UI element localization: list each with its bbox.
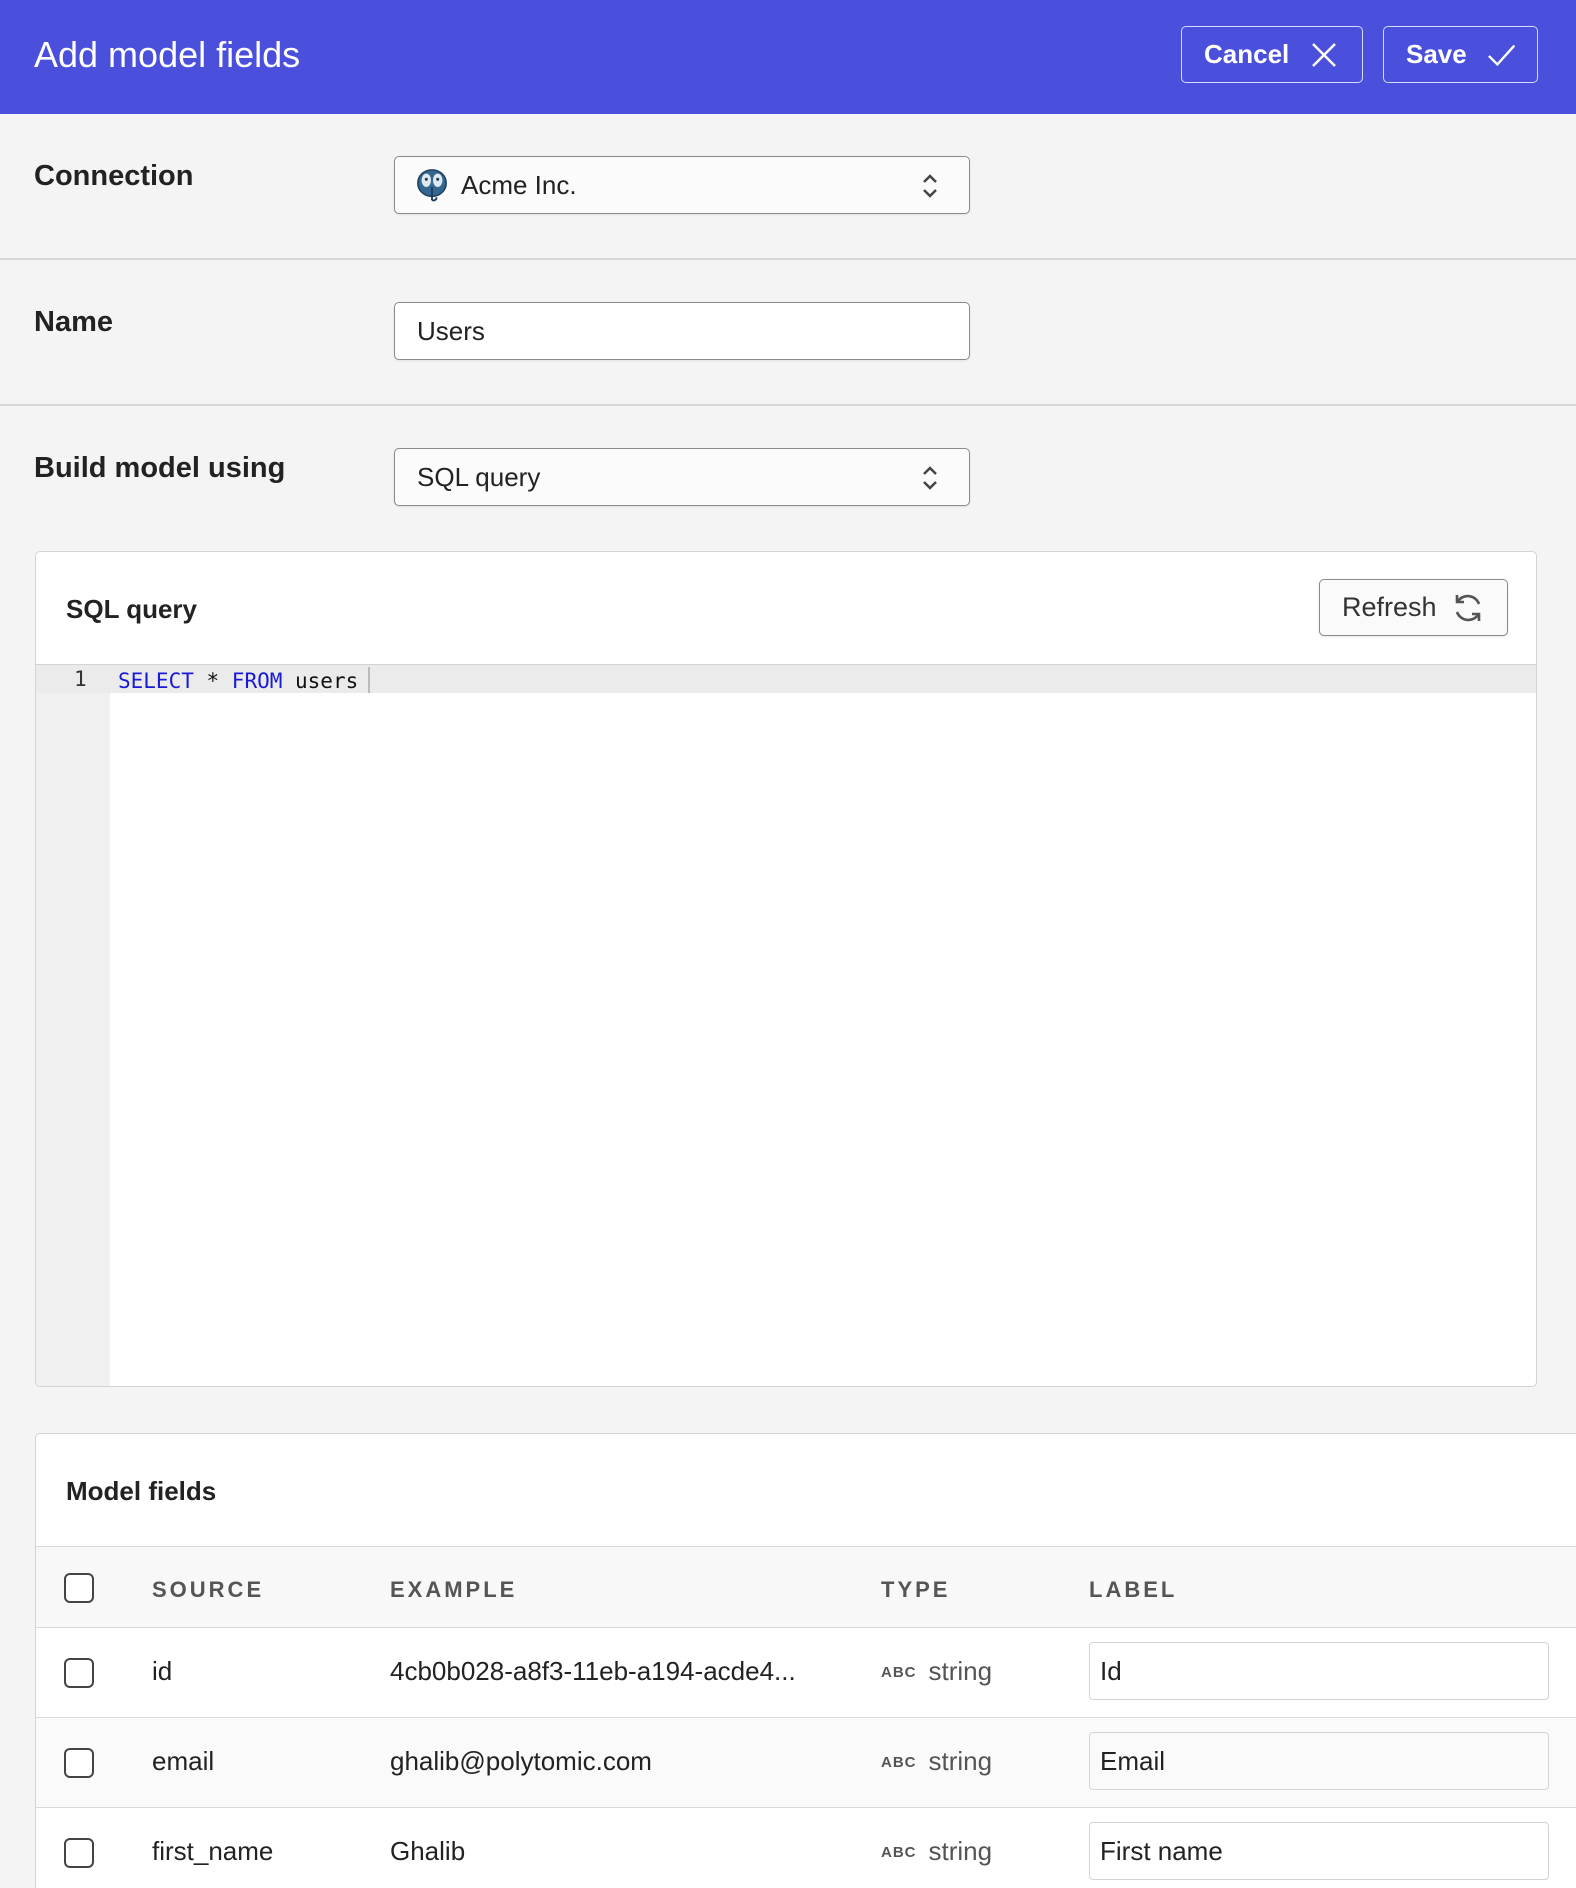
sql-panel-title: SQL query <box>66 594 198 624</box>
connection-value: Acme Inc. <box>461 169 577 200</box>
keyword-select: SELECT <box>118 669 194 693</box>
type-cell: ABC string <box>881 1656 992 1687</box>
type-cell: ABC string <box>881 1746 992 1777</box>
column-header-source: SOURCE <box>152 1577 265 1602</box>
abc-type-icon: ABC <box>881 1664 917 1681</box>
table-header: SOURCE EXAMPLE TYPE LABEL <box>36 1546 1576 1628</box>
header-bar: Add model fields Cancel Save <box>0 0 1576 114</box>
divider <box>0 258 1576 260</box>
close-icon <box>1312 42 1337 67</box>
cancel-label: Cancel <box>1204 39 1290 69</box>
source-cell: email <box>152 1746 215 1776</box>
build-model-label: Build model using <box>34 452 286 484</box>
keyword-from: FROM <box>231 669 283 693</box>
cancel-button[interactable]: Cancel <box>1181 26 1363 83</box>
table-row: id 4cb0b028-a8f3-11eb-a194-acde4... ABC s… <box>36 1628 1576 1718</box>
check-icon <box>1487 44 1515 66</box>
source-cell: first_name <box>152 1836 274 1866</box>
column-header-example: EXAMPLE <box>390 1577 518 1602</box>
row-checkbox[interactable] <box>64 1658 94 1688</box>
connection-select[interactable]: Acme Inc. <box>394 156 970 214</box>
example-cell: ghalib@polytomic.com <box>390 1746 652 1776</box>
name-value: Users <box>417 315 485 346</box>
connection-label: Connection <box>34 160 194 192</box>
row-checkbox[interactable] <box>64 1838 94 1868</box>
row-checkbox[interactable] <box>64 1748 94 1778</box>
name-label: Name <box>34 306 113 338</box>
sql-query-panel: SQL query Refresh 1 SELECT * FROM users <box>35 551 1537 1387</box>
save-button[interactable]: Save <box>1383 26 1538 83</box>
page-title: Add model fields <box>34 34 301 75</box>
build-model-value: SQL query <box>417 461 541 492</box>
refresh-icon <box>1455 594 1480 621</box>
build-model-select[interactable]: SQL query <box>394 448 970 506</box>
sql-editor[interactable]: 1 SELECT * FROM users <box>36 664 1536 1386</box>
type-text: string <box>928 1836 993 1866</box>
save-label: Save <box>1406 39 1467 69</box>
type-text: string <box>928 1746 993 1776</box>
label-input[interactable]: Id <box>1089 1642 1549 1700</box>
table-row: first_name Ghalib ABC string First name <box>36 1808 1576 1888</box>
type-cell: ABC string <box>881 1836 992 1867</box>
editor-gutter <box>36 665 110 1386</box>
chevron-updown-icon <box>923 174 937 198</box>
refresh-button[interactable]: Refresh <box>1319 579 1508 636</box>
postgresql-icon <box>417 169 447 202</box>
name-input[interactable]: Users <box>394 302 970 360</box>
type-text: string <box>928 1656 993 1686</box>
line-number: 1 <box>74 667 87 691</box>
code-operator: * <box>193 669 232 693</box>
text-cursor <box>368 667 371 693</box>
label-input[interactable]: Email <box>1089 1732 1549 1790</box>
code-table: users <box>282 669 359 693</box>
select-all-checkbox[interactable] <box>64 1573 94 1603</box>
abc-type-icon: ABC <box>881 1754 917 1771</box>
chevron-updown-icon <box>923 466 937 490</box>
label-input[interactable]: First name <box>1089 1822 1549 1880</box>
column-header-label: LABEL <box>1089 1577 1178 1602</box>
refresh-label: Refresh <box>1342 592 1437 622</box>
model-fields-title: Model fields <box>66 1476 217 1506</box>
source-cell: id <box>152 1656 173 1686</box>
divider <box>0 404 1576 406</box>
example-cell: 4cb0b028-a8f3-11eb-a194-acde4... <box>390 1656 796 1686</box>
example-cell: Ghalib <box>390 1836 466 1866</box>
column-header-type: TYPE <box>881 1577 951 1602</box>
abc-type-icon: ABC <box>881 1844 917 1861</box>
code-line: SELECT * FROM users <box>118 667 371 693</box>
model-fields-panel: Model fields SOURCE EXAMPLE TYPE LABEL i… <box>35 1433 1576 1888</box>
table-row: email ghalib@polytomic.com ABC string Ema… <box>36 1718 1576 1808</box>
